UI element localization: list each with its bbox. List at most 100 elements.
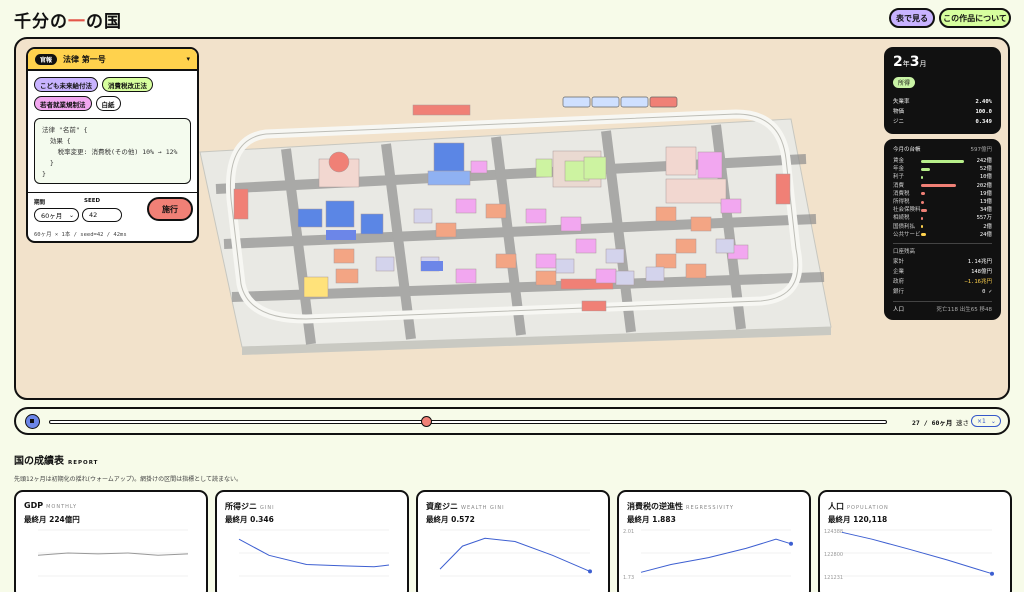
balance-row: 政府 −1.16兆円 xyxy=(893,277,992,287)
card-title-en: WEALTH GINI xyxy=(461,505,505,511)
law-preset-chip[interactable]: こども未来給付法 xyxy=(34,77,98,92)
about-button[interactable]: この作品について xyxy=(939,8,1011,28)
ledger-label: 相続税 xyxy=(893,215,910,222)
chevron-down-icon[interactable]: ▾ xyxy=(186,55,190,63)
law-editor-panel: 官報 法律 第一号 ▾ こども未来給付法 消費税改正法 若者就業規制法 白紙 法律 "… xyxy=(26,47,199,243)
card-title: 人口 POPULATION xyxy=(828,501,889,512)
ledger-row: 相続税 557万 xyxy=(893,214,992,222)
ledger-row: 消費 202億 xyxy=(893,182,992,190)
ledger-value: 10億 xyxy=(979,174,992,181)
population-label: 人口 xyxy=(893,307,905,314)
trend-chart: 2.01 1.73 xyxy=(623,529,793,581)
run-button[interactable]: 施行 xyxy=(147,197,193,221)
gazette-badge: 官報 xyxy=(35,53,58,65)
law-header[interactable]: 官報 法律 第一号 ▾ xyxy=(28,49,197,71)
report-card[interactable]: 消費税の逆進性 REGRESSIVITY 最終月 1.883 2.01 1.73 xyxy=(617,490,811,592)
seed-label: SEED xyxy=(84,198,101,204)
ledger-label: 消費税 xyxy=(893,190,910,197)
ledger-value: 242億 xyxy=(976,158,992,164)
ledger-bar xyxy=(921,176,924,179)
law-preset-chip[interactable]: 白紙 xyxy=(95,96,121,111)
indicator-list: 失業率 2.40% 物価 100.0 ジニ 0.349 xyxy=(893,97,992,127)
ledger-bar xyxy=(921,217,923,221)
ledger-bar xyxy=(921,208,928,212)
ledger-label: 消費 xyxy=(893,182,905,189)
ledger-value: 34億 xyxy=(979,207,992,214)
trend-chart: 124388 122800 121231 xyxy=(824,529,994,581)
ledger-bar xyxy=(921,233,926,237)
ledger-value: 52億 xyxy=(979,166,992,173)
law-preset-chip[interactable]: 若者就業規制法 xyxy=(34,96,92,111)
ledger-row: 公共サービ 24億 xyxy=(893,231,992,239)
report-card[interactable]: GDP MONTHLY 最終月 224億円 xyxy=(14,490,208,592)
last-point xyxy=(789,541,793,546)
ledger-value: 19億 xyxy=(979,190,992,197)
timeline-handle[interactable] xyxy=(421,416,433,427)
ledger-value: 2億 xyxy=(983,223,992,230)
ledger-bar xyxy=(921,167,931,171)
trend-chart xyxy=(439,529,592,577)
law-presets: こども未来給付法 消費税改正法 若者就業規制法 白紙 xyxy=(28,71,197,111)
indicator-value: 100.0 xyxy=(975,109,992,115)
ledger-label: 賃金 xyxy=(893,158,905,164)
ledger-bar xyxy=(921,184,957,188)
y-tick-label: 1.73 xyxy=(623,575,634,581)
y-tick-label: 121231 xyxy=(824,575,843,581)
balance-section-title: 口座残高 xyxy=(893,249,916,256)
ledger-row: 年金 52億 xyxy=(893,165,992,173)
balance-row: 銀行 0 ✓ xyxy=(893,287,992,297)
card-title: 所得ジニ GINI xyxy=(225,501,275,512)
last-point xyxy=(990,571,994,576)
timeline-track[interactable] xyxy=(49,420,887,424)
balance-row: 家計 1.14兆円 xyxy=(893,257,992,267)
speed-select[interactable]: ×1 ⌄ xyxy=(971,415,1001,427)
ledger-row: 消費税 19億 xyxy=(893,190,992,198)
report-card[interactable]: 所得ジニ GINI 最終月 0.346 xyxy=(215,490,409,592)
card-title-en: REGRESSIVITY xyxy=(686,505,734,511)
ledger-row: 賃金 242億 xyxy=(893,157,992,165)
stop-icon[interactable] xyxy=(25,414,40,429)
report-note: 先頭12ヶ月は初期化の揺れ(ウォームアップ)。網掛けの区間は指標として読まない。 xyxy=(14,476,242,483)
card-title-en: POPULATION xyxy=(847,505,889,511)
ledger-value: 24億 xyxy=(979,231,992,238)
card-title-text: 資産ジニ xyxy=(426,502,458,511)
law-code-editor[interactable]: 法律 "名前" { 効果 { 税率変更: 消費税(その他) 10% → 12% … xyxy=(34,118,191,184)
ledger-bar xyxy=(921,225,923,229)
seed-input[interactable]: 42 xyxy=(82,208,122,222)
ledger-panel: 今月の台帳 597億円 賃金 242億 年金 52億 利子 10億 消費 202億 消費税 19億所… xyxy=(884,139,1001,320)
speed-label: 速さ xyxy=(956,419,969,427)
card-title-text: 所得ジニ xyxy=(225,502,257,511)
report-card[interactable]: 資産ジニ WEALTH GINI 最終月 0.572 xyxy=(416,490,610,592)
ledger-title: 今月の台帳 xyxy=(893,147,921,153)
balance-label: 銀行 xyxy=(893,289,905,296)
indicator-value: 0.349 xyxy=(975,119,992,125)
balance-label: 政府 xyxy=(893,279,905,286)
balance-row: 企業 148億円 xyxy=(893,267,992,277)
y-tick-label: 2.01 xyxy=(623,529,634,535)
report-title: 国の成績表 REPORT xyxy=(14,456,99,467)
card-title-en: GINI xyxy=(260,505,275,511)
ledger-value: 557万 xyxy=(976,215,992,222)
y-tick-label: 122800 xyxy=(824,552,843,558)
balance-list: 家計 1.14兆円 企業 148億円 政府 −1.16兆円 銀行 0 ✓ xyxy=(893,257,992,297)
ledger-value: 202億 xyxy=(976,182,992,189)
ledger-total: 597億円 xyxy=(970,147,993,153)
city-viewport[interactable]: 官報 法律 第一号 ▾ こども未来給付法 消費税改正法 若者就業規制法 白紙 法律 "… xyxy=(14,37,1010,400)
period-label: 期間 xyxy=(34,200,46,206)
card-title-text: GDP xyxy=(24,501,44,510)
ledger-label: 社会保険料 xyxy=(893,207,921,214)
mode-tag[interactable]: 所得 xyxy=(893,77,916,88)
period-select[interactable]: 60ヶ月 ⌄ xyxy=(34,208,79,222)
table-view-button[interactable]: 表で見る xyxy=(889,8,935,28)
balance-value: 1.14兆円 xyxy=(967,259,992,266)
ledger-row: 所得税 13億 xyxy=(893,198,992,206)
chevron-down-icon: ⌄ xyxy=(68,211,74,219)
law-preset-chip[interactable]: 消費税改正法 xyxy=(102,77,153,92)
balance-label: 企業 xyxy=(893,269,905,276)
report-card[interactable]: 人口 POPULATION 最終月 120,118 124388 122800 12123… xyxy=(818,490,1012,592)
ledger-row: 国債利払 2億 xyxy=(893,223,992,231)
chevron-down-icon: ⌄ xyxy=(990,417,996,425)
ledger-bar xyxy=(921,192,925,196)
card-title: GDP MONTHLY xyxy=(24,501,77,510)
date-panel: 2年3月 所得 失業率 2.40% 物価 100.0 ジニ 0.349 xyxy=(884,47,1001,134)
